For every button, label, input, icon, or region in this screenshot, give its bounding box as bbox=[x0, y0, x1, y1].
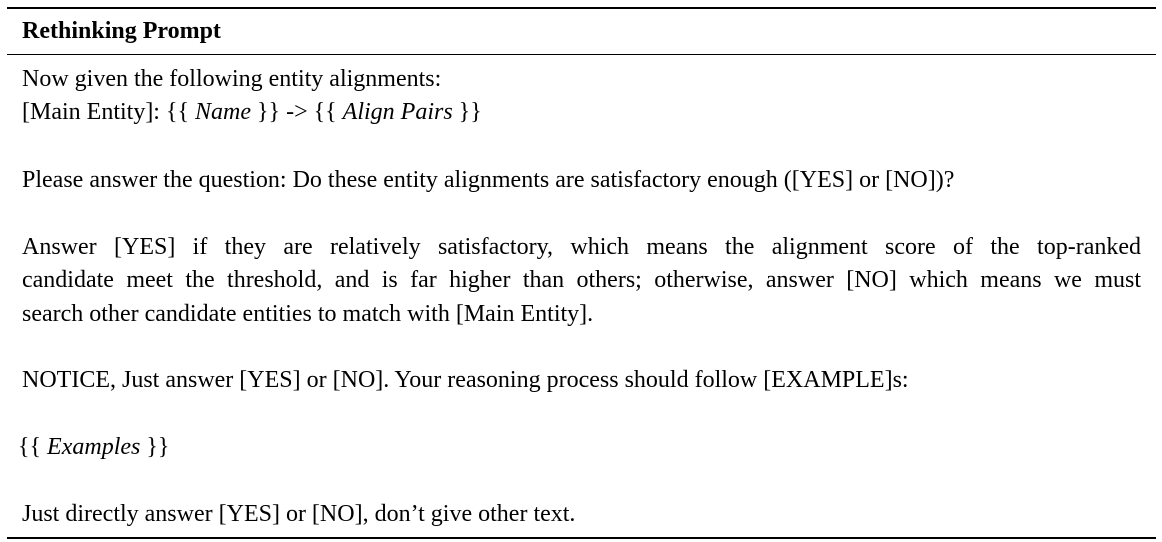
final-instruction-line: Just directly answer [YES] or [NO], don’… bbox=[22, 501, 576, 527]
answer-line-3: search other candidate entities to match… bbox=[22, 301, 594, 327]
examples-placeholder: Examples bbox=[47, 434, 141, 460]
notice-line: NOTICE, Just answer [YES] or [NO]. Your … bbox=[22, 367, 909, 393]
prompt-title: Rethinking Prompt bbox=[22, 18, 221, 44]
header-rule bbox=[7, 54, 1156, 55]
main-entity-label: [Main Entity]: bbox=[22, 99, 160, 125]
bottom-rule bbox=[7, 537, 1156, 539]
intro-line: Now given the following entity alignment… bbox=[22, 66, 442, 92]
pairs-close-braces: }} bbox=[458, 99, 482, 125]
top-rule bbox=[7, 7, 1156, 9]
examples-close-braces: }} bbox=[146, 434, 170, 460]
alignment-template-line: [Main Entity]: {{ Name }} -> {{ Align Pa… bbox=[22, 96, 482, 128]
answer-line-2: candidate meet the threshold, and is far… bbox=[22, 267, 1141, 293]
align-pairs-placeholder: Align Pairs bbox=[342, 99, 453, 125]
name-close-braces: }} bbox=[257, 99, 281, 125]
name-placeholder: Name bbox=[195, 99, 252, 125]
arrow-symbol: -> bbox=[286, 99, 308, 125]
name-open-braces: {{ bbox=[165, 99, 190, 125]
examples-line: {{ Examples }} bbox=[18, 431, 169, 463]
answer-line-1: Answer [YES] if they are relatively sati… bbox=[22, 234, 1141, 260]
pairs-open-braces: {{ bbox=[313, 99, 337, 125]
examples-open-braces: {{ bbox=[18, 434, 42, 460]
question-line: Please answer the question: Do these ent… bbox=[22, 167, 955, 193]
